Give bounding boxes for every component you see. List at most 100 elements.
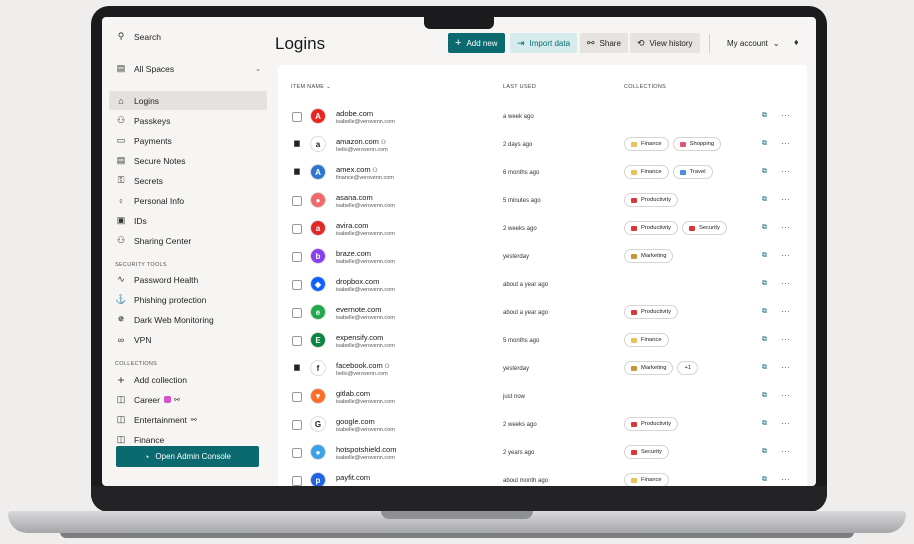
collection-tag[interactable]: Travel — [672, 165, 713, 179]
open-external-icon[interactable]: ⧉ — [762, 280, 767, 288]
sidebar-item-sharing-center[interactable]: ⚇ Sharing Center — [109, 231, 267, 250]
table-row[interactable]: ▆ f facebook.com ⚇ hello@verovenn.com yester… — [278, 354, 807, 382]
open-external-icon[interactable]: ⧉ — [762, 112, 767, 120]
row-checkbox[interactable] — [292, 420, 302, 430]
more-options-icon[interactable]: ··· — [781, 279, 791, 288]
open-external-icon[interactable]: ⧉ — [762, 168, 767, 176]
item-name[interactable]: amex.com ⚇ — [336, 165, 378, 174]
add-new-button[interactable]: + Add new — [448, 33, 505, 53]
collection-tag[interactable]: Productivity — [624, 221, 678, 235]
sidebar-item-password-health[interactable]: ∿ Password Health — [109, 270, 267, 289]
more-options-icon[interactable]: ··· — [781, 251, 791, 260]
open-external-icon[interactable]: ⧉ — [762, 476, 767, 484]
table-row[interactable]: a avira.com isabelle@verovenn.com 2 weeks a… — [278, 214, 807, 242]
open-external-icon[interactable]: ⧉ — [762, 392, 767, 400]
row-checkbox[interactable] — [292, 196, 302, 206]
table-row[interactable]: b braze.com isabelle@verovenn.com yesterday… — [278, 242, 807, 270]
item-name[interactable]: braze.com — [336, 249, 371, 258]
more-options-icon[interactable]: ··· — [781, 111, 791, 120]
open-external-icon[interactable]: ⧉ — [762, 308, 767, 316]
table-row[interactable]: ● asana.com isabelle@verovenn.com 5 minutes… — [278, 186, 807, 214]
sidebar-item-secure-notes[interactable]: ▤ Secure Notes — [109, 151, 267, 170]
open-admin-console-button[interactable]: ◔ Open Admin Console — [116, 446, 259, 467]
row-checkbox[interactable] — [292, 224, 302, 234]
table-row[interactable]: p payfit.com about month ago Finance ⧉ ··· — [278, 466, 807, 486]
collection-tag[interactable]: Security — [681, 221, 727, 235]
open-external-icon[interactable]: ⧉ — [762, 420, 767, 428]
item-name[interactable]: gitlab.com — [336, 389, 370, 398]
open-external-icon[interactable]: ⧉ — [762, 252, 767, 260]
more-options-icon[interactable]: ··· — [781, 447, 791, 456]
sidebar-item-ids[interactable]: ▣ IDs — [109, 211, 267, 230]
sidebar-item-phishing-protection[interactable]: ⚓ Phishing protection — [109, 290, 267, 309]
row-checkbox[interactable] — [292, 308, 302, 318]
notification-bell-icon[interactable]: ♦ — [794, 37, 799, 47]
more-options-icon[interactable]: ··· — [781, 391, 791, 400]
sidebar-item-dark-web-monitoring[interactable]: ✵ Dark Web Monitoring — [109, 310, 267, 329]
collection-tag[interactable]: Marketing — [624, 361, 674, 375]
more-options-icon[interactable]: ··· — [781, 139, 791, 148]
collection-tag[interactable]: Shopping — [672, 137, 722, 151]
more-options-icon[interactable]: ··· — [781, 335, 791, 344]
item-name[interactable]: asana.com — [336, 193, 373, 202]
item-name[interactable]: google.com — [336, 417, 375, 426]
table-row[interactable]: Aadobe.com isabelle@verovenn.com a week ag… — [278, 102, 807, 130]
share-button[interactable]: ⚯ Share — [580, 33, 628, 53]
item-name[interactable]: dropbox.com — [336, 277, 379, 286]
sidebar-item-logins[interactable]: ⌂ Logins — [109, 91, 267, 110]
table-row[interactable]: ▆ a amazon.com ⚇ hello@verovenn.com 2 days a… — [278, 130, 807, 158]
collection-entertainment[interactable]: ◫ Entertainment ⚯ — [109, 410, 267, 429]
row-checkbox[interactable] — [292, 280, 302, 290]
collection-tag[interactable]: Finance — [624, 473, 669, 486]
add-collection-button[interactable]: + Add collection — [109, 370, 267, 389]
row-checkbox[interactable] — [292, 448, 302, 458]
collection-tag[interactable]: Marketing — [624, 249, 674, 263]
open-external-icon[interactable]: ⧉ — [762, 196, 767, 204]
row-checkbox[interactable] — [292, 392, 302, 402]
table-row[interactable]: Eexpensify.com isabelle@verovenn.com 5 mon… — [278, 326, 807, 354]
collection-tag[interactable]: Productivity — [624, 417, 678, 431]
search-button[interactable]: ⚲ Search — [109, 27, 267, 46]
open-external-icon[interactable]: ⧉ — [762, 224, 767, 232]
collection-tag[interactable]: Security — [624, 445, 669, 459]
row-checkbox[interactable] — [292, 112, 302, 122]
open-external-icon[interactable]: ⧉ — [762, 448, 767, 456]
open-external-icon[interactable]: ⧉ — [762, 140, 767, 148]
more-options-icon[interactable]: ··· — [781, 195, 791, 204]
view-history-button[interactable]: ⟲ View history — [630, 33, 700, 53]
item-name[interactable]: adobe.com — [336, 109, 373, 118]
item-name[interactable]: evernote.com — [336, 305, 381, 314]
import-data-button[interactable]: ⇥ Import data — [510, 33, 578, 53]
more-options-icon[interactable]: ··· — [781, 363, 791, 372]
item-name[interactable]: expensify.com — [336, 333, 383, 342]
item-name[interactable]: avira.com — [336, 221, 369, 230]
collection-tag[interactable]: Productivity — [624, 193, 678, 207]
item-name[interactable]: hotspotshield.com — [336, 445, 396, 454]
more-options-icon[interactable]: ··· — [781, 223, 791, 232]
sidebar-item-payments[interactable]: ▭ Payments — [109, 131, 267, 150]
collection-tag[interactable]: Finance — [624, 333, 669, 347]
collection-career[interactable]: ◫ Career ⚯ — [109, 390, 267, 409]
table-row[interactable]: Ggoogle.com isabelle@verovenn.com 2 weeks … — [278, 410, 807, 438]
row-checkbox[interactable] — [292, 252, 302, 262]
more-options-icon[interactable]: ··· — [781, 307, 791, 316]
item-name[interactable]: facebook.com ⚇ — [336, 361, 390, 370]
more-options-icon[interactable]: ··· — [781, 475, 791, 484]
table-row[interactable]: ▆ Aamex.com ⚇ finance@verovenn.com 6 months… — [278, 158, 807, 186]
my-account-button[interactable]: My account ⌄ — [720, 33, 787, 53]
collection-tag[interactable]: +1 — [677, 361, 699, 375]
spaces-selector[interactable]: ▤ All Spaces ⌄ — [109, 59, 267, 78]
item-name[interactable]: payfit.com — [336, 473, 370, 482]
sidebar-item-secrets[interactable]: ⚿ Secrets — [109, 171, 267, 190]
more-options-icon[interactable]: ··· — [781, 167, 791, 176]
row-checkbox[interactable] — [292, 476, 302, 486]
column-header-item-name[interactable]: ITEM NAME ⌄ — [291, 84, 331, 90]
table-row[interactable]: e evernote.com isabelle@verovenn.com about … — [278, 298, 807, 326]
table-row[interactable]: ▼ gitlab.com isabelle@verovenn.com just now… — [278, 382, 807, 410]
more-options-icon[interactable]: ··· — [781, 419, 791, 428]
sidebar-item-passkeys[interactable]: ⚇ Passkeys — [109, 111, 267, 130]
table-row[interactable]: ● hotspotshield.com isabelle@verovenn.com 2… — [278, 438, 807, 466]
table-row[interactable]: ◆ dropbox.com isabelle@verovenn.com about a… — [278, 270, 807, 298]
open-external-icon[interactable]: ⧉ — [762, 336, 767, 344]
sidebar-item-personal-info[interactable]: ♀ Personal Info — [109, 191, 267, 210]
